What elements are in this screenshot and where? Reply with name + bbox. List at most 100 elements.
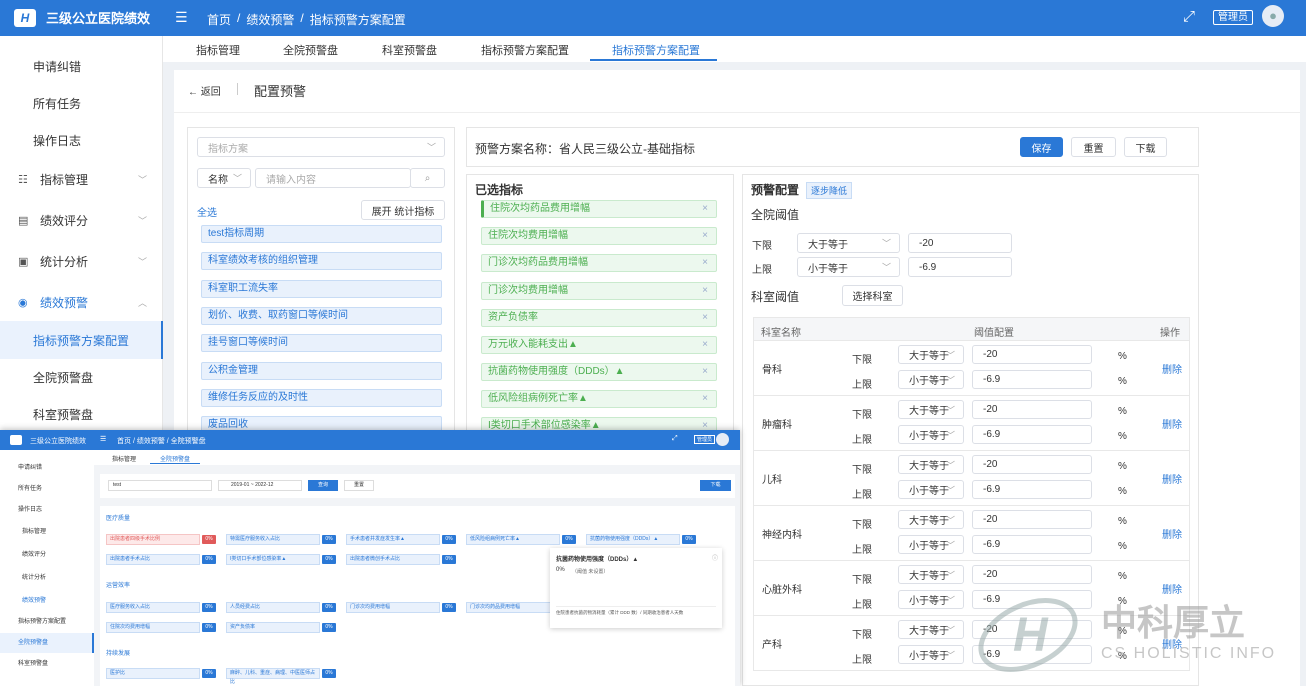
dept-lower-op[interactable]: 大于等于 ﹀ xyxy=(898,620,964,639)
board-item[interactable]: 特需医疗服务收入占比 xyxy=(226,534,320,545)
dept-lower-input[interactable]: -20 xyxy=(972,510,1092,529)
indicator-item[interactable]: 科室绩效考核的组织管理 xyxy=(201,252,442,270)
selected-item[interactable]: 门诊次均药品费用增幅 × xyxy=(481,254,717,272)
selected-item[interactable]: 门诊次均费用增幅 × xyxy=(481,282,717,300)
close-icon[interactable]: × xyxy=(702,228,708,244)
preview-download-button[interactable]: 下载 xyxy=(700,480,731,491)
upper-value-input[interactable]: -6.9 xyxy=(908,257,1012,277)
delete-link[interactable]: 删除 xyxy=(1162,526,1182,541)
menu-toggle-icon[interactable]: ☰ xyxy=(175,9,188,26)
dept-upper-input[interactable]: -6.9 xyxy=(972,480,1092,499)
board-item[interactable]: 手术患者并发症发生率▲ xyxy=(346,534,440,545)
sidebar-item-stats[interactable]: ▣ 统计分析 ﹀ xyxy=(0,242,163,280)
fullscreen-icon[interactable]: ⤢ xyxy=(672,435,678,443)
selected-item[interactable]: 低风险组病例死亡率▲ × xyxy=(481,390,717,408)
dept-upper-op[interactable]: 小于等于 ﹀ xyxy=(898,370,964,389)
sidebar-item-dept-board[interactable]: 科室预警盘 xyxy=(0,395,163,433)
back-button[interactable]: ← 返回 xyxy=(188,83,221,98)
board-item[interactable]: 门诊次均费用增幅 xyxy=(346,602,440,613)
delete-link[interactable]: 删除 xyxy=(1162,361,1182,376)
preview-reset-button[interactable]: 重置 xyxy=(344,480,374,491)
board-item[interactable]: 住院次均费用增幅 xyxy=(106,622,200,633)
sidebar-item-warning[interactable]: ◉ 绩效预警 ︿ xyxy=(0,283,163,321)
indicator-item[interactable]: 公积金管理 xyxy=(201,362,442,380)
reset-button[interactable]: 重置 xyxy=(1071,137,1116,157)
preview-sidebar-item[interactable]: 绩效预警 xyxy=(0,591,94,611)
board-item[interactable]: 门诊次均药品费用增幅 xyxy=(466,602,560,613)
selected-item[interactable]: 抗菌药物使用强度（DDDs）▲ × xyxy=(481,363,717,381)
dept-lower-input[interactable]: -20 xyxy=(972,400,1092,419)
dept-lower-input[interactable]: -20 xyxy=(972,455,1092,474)
save-button[interactable]: 保存 xyxy=(1020,137,1063,157)
preview-filter-select[interactable]: test xyxy=(108,480,212,491)
dept-lower-op[interactable]: 大于等于 ﹀ xyxy=(898,565,964,584)
expand-button[interactable]: 展开 统计指标 xyxy=(361,200,445,220)
dept-upper-input[interactable]: -6.9 xyxy=(972,370,1092,389)
preview-tab-active[interactable]: 全院预警盘 xyxy=(160,454,190,463)
close-icon[interactable]: × xyxy=(702,337,708,353)
preview-sidebar-item[interactable]: 操作日志 xyxy=(0,500,94,520)
dept-upper-op[interactable]: 小于等于 ﹀ xyxy=(898,645,964,664)
preview-sidebar-item[interactable]: 统计分析 xyxy=(0,568,94,588)
indicator-item[interactable]: test指标周期 xyxy=(201,225,442,243)
preview-sidebar-item[interactable]: 指标管理 xyxy=(0,522,94,542)
board-item[interactable]: 资产负债率 xyxy=(226,622,320,633)
selected-item[interactable]: 住院次均药品费用增幅 × xyxy=(481,200,717,218)
preview-query-button[interactable]: 查询 xyxy=(308,480,338,491)
preview-tab[interactable]: 指标管理 xyxy=(112,454,136,463)
board-item[interactable]: 医护比 xyxy=(106,668,200,679)
preview-sidebar-item[interactable]: 科室预警盘 xyxy=(0,654,94,674)
tab-dept-board[interactable]: 科室预警盘 xyxy=(382,42,437,58)
tab-scheme-config[interactable]: 指标预警方案配置 xyxy=(481,42,569,58)
search-button[interactable]: ⌕ xyxy=(410,168,445,188)
avatar[interactable]: ● xyxy=(1262,5,1284,27)
choose-dept-button[interactable]: 选择科室 xyxy=(842,285,903,306)
indicator-item[interactable]: 挂号窗口等候时间 xyxy=(201,334,442,352)
search-input[interactable]: 请输入内容 xyxy=(255,168,411,188)
preview-sidebar-item[interactable]: 所有任务 xyxy=(0,479,94,499)
dept-upper-input[interactable]: -6.9 xyxy=(972,535,1092,554)
sidebar-item-scoring[interactable]: ▤ 绩效评分 ﹀ xyxy=(0,201,163,239)
close-icon[interactable]: × xyxy=(702,283,708,299)
indicator-item[interactable]: 划价、收费、取药窗口等候时间 xyxy=(201,307,442,325)
preview-sidebar-item[interactable]: 绩效评分 xyxy=(0,545,94,565)
board-item[interactable]: 出院患者四级手术比例 xyxy=(106,534,200,545)
close-icon[interactable]: × xyxy=(702,364,708,380)
select-all-link[interactable]: 全选 xyxy=(197,204,217,219)
close-icon[interactable]: × xyxy=(702,310,708,326)
board-item[interactable]: 出院患者微创手术占比 xyxy=(346,554,440,565)
tab-index-mgmt[interactable]: 指标管理 xyxy=(196,42,240,58)
board-item[interactable]: 医疗服务收入占比 xyxy=(106,602,200,613)
board-item[interactable]: 出院患者手术占比 xyxy=(106,554,200,565)
avatar[interactable] xyxy=(716,433,729,446)
scheme-select[interactable]: 指标方案 ﹀ xyxy=(197,137,445,157)
dept-upper-op[interactable]: 小于等于 ﹀ xyxy=(898,480,964,499)
selected-item[interactable]: 资产负债率 × xyxy=(481,309,717,327)
sidebar-item-tasks[interactable]: 所有任务 xyxy=(0,84,163,122)
indicator-item[interactable]: 维修任务反应的及时性 xyxy=(201,389,442,407)
lower-value-input[interactable]: -20 xyxy=(908,233,1012,253)
sidebar-item-index-mgmt[interactable]: ☷ 指标管理 ﹀ xyxy=(0,160,163,198)
selected-item[interactable]: 万元收入能耗支出▲ × xyxy=(481,336,717,354)
tab-scheme-config-active[interactable]: 指标预警方案配置 xyxy=(612,42,700,58)
dept-upper-op[interactable]: 小于等于 ﹀ xyxy=(898,425,964,444)
close-icon[interactable]: × xyxy=(702,391,708,407)
dept-lower-op[interactable]: 大于等于 ﹀ xyxy=(898,400,964,419)
board-item[interactable]: 抗菌药物使用强度（DDDs）▲ xyxy=(586,534,680,545)
dept-lower-op[interactable]: 大于等于 ﹀ xyxy=(898,345,964,364)
delete-link[interactable]: 删除 xyxy=(1162,416,1182,431)
dept-lower-op[interactable]: 大于等于 ﹀ xyxy=(898,510,964,529)
board-item[interactable]: 低风险组病例死亡率▲ xyxy=(466,534,560,545)
sidebar-item-hospital-board[interactable]: 全院预警盘 xyxy=(0,358,163,396)
preview-sidebar-item[interactable]: 指标预警方案配置 xyxy=(0,612,94,632)
board-item[interactable]: 人员经费占比 xyxy=(226,602,320,613)
lower-op-select[interactable]: 大于等于 ﹀ xyxy=(797,233,900,253)
board-item[interactable]: 麻醉、儿科、重症、病理、中医医师占比 xyxy=(226,668,320,685)
close-icon[interactable]: × xyxy=(702,255,708,271)
dept-upper-op[interactable]: 小于等于 ﹀ xyxy=(898,590,964,609)
dept-upper-op[interactable]: 小于等于 ﹀ xyxy=(898,535,964,554)
dept-upper-input[interactable]: -6.9 xyxy=(972,425,1092,444)
breadcrumb-home[interactable]: 首页 xyxy=(207,11,231,28)
fullscreen-icon[interactable]: ⤢ xyxy=(1183,8,1195,25)
name-select[interactable]: 名称 ﹀ xyxy=(197,168,251,188)
